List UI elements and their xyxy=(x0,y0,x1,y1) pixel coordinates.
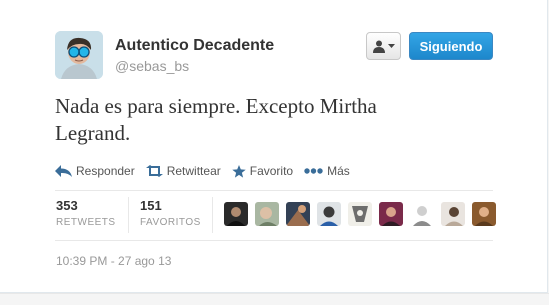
user-actions-button[interactable] xyxy=(366,32,401,60)
retweet-label: Retwittear xyxy=(166,164,221,178)
user-avatar-icon xyxy=(441,202,465,226)
retweet-action[interactable]: Retwittear xyxy=(145,164,221,178)
tweet-text-line-1: Nada es para siempre. Excepto Mirtha xyxy=(55,94,377,118)
more-label: Más xyxy=(327,164,350,178)
tweet-actions: Responder Retwittear Favorito Más xyxy=(55,160,361,182)
favoriter-avatar[interactable] xyxy=(441,202,465,226)
user-avatar-icon xyxy=(55,31,103,79)
more-action[interactable]: Más xyxy=(304,164,350,178)
retweets-label: RETWEETS xyxy=(56,217,116,228)
tweet-text: Nada es para siempre. Excepto Mirtha Leg… xyxy=(55,93,475,147)
author-username[interactable]: @sebas_bs xyxy=(115,58,189,74)
person-icon xyxy=(372,40,385,53)
user-avatar-icon xyxy=(348,202,372,226)
retweet-icon xyxy=(145,165,163,177)
favorite-label: Favorito xyxy=(249,164,294,178)
reply-icon xyxy=(55,165,72,177)
user-avatar-icon xyxy=(379,202,403,226)
tweet-timestamp[interactable]: 10:39 PM - 27 ago 13 xyxy=(56,254,171,268)
user-avatar-icon xyxy=(410,202,434,226)
stat-separator xyxy=(128,197,129,233)
more-dots-icon xyxy=(304,168,323,174)
following-button[interactable]: Siguiendo xyxy=(409,32,493,60)
favorites-stat[interactable]: 151 FAVORITOS xyxy=(140,198,201,228)
tweet-card: Autentico Decadente @sebas_bs Siguiendo … xyxy=(0,0,548,293)
retweets-stat[interactable]: 353 RETWEETS xyxy=(56,198,116,228)
user-avatar-icon xyxy=(224,202,248,226)
favoriter-avatar[interactable] xyxy=(410,202,434,226)
retweets-count: 353 xyxy=(56,198,78,213)
divider-top xyxy=(55,190,493,191)
user-avatar-icon xyxy=(472,202,496,226)
favorites-label: FAVORITOS xyxy=(140,217,201,228)
user-avatar-icon xyxy=(286,202,310,226)
user-avatar-icon xyxy=(255,202,279,226)
favoriter-avatar[interactable] xyxy=(224,202,248,226)
stat-separator xyxy=(212,197,213,233)
star-icon xyxy=(232,164,246,178)
user-avatar-icon xyxy=(317,202,341,226)
favoriter-avatar[interactable] xyxy=(472,202,496,226)
reply-label: Responder xyxy=(76,164,135,178)
tweet-text-line-2: Legrand. xyxy=(55,121,131,145)
favorite-action[interactable]: Favorito xyxy=(232,164,293,178)
divider-bottom xyxy=(55,240,493,241)
favoriters-avatars xyxy=(224,202,496,226)
reply-action[interactable]: Responder xyxy=(55,164,135,178)
favoriter-avatar[interactable] xyxy=(286,202,310,226)
reply-area-strip xyxy=(0,293,549,305)
caret-down-icon xyxy=(387,44,395,48)
favoriter-avatar[interactable] xyxy=(348,202,372,226)
favorites-count: 151 xyxy=(140,198,162,213)
favoriter-avatar[interactable] xyxy=(317,202,341,226)
favoriter-avatar[interactable] xyxy=(379,202,403,226)
author-display-name[interactable]: Autentico Decadente xyxy=(115,37,274,55)
favoriter-avatar[interactable] xyxy=(255,202,279,226)
author-avatar[interactable] xyxy=(55,31,103,79)
